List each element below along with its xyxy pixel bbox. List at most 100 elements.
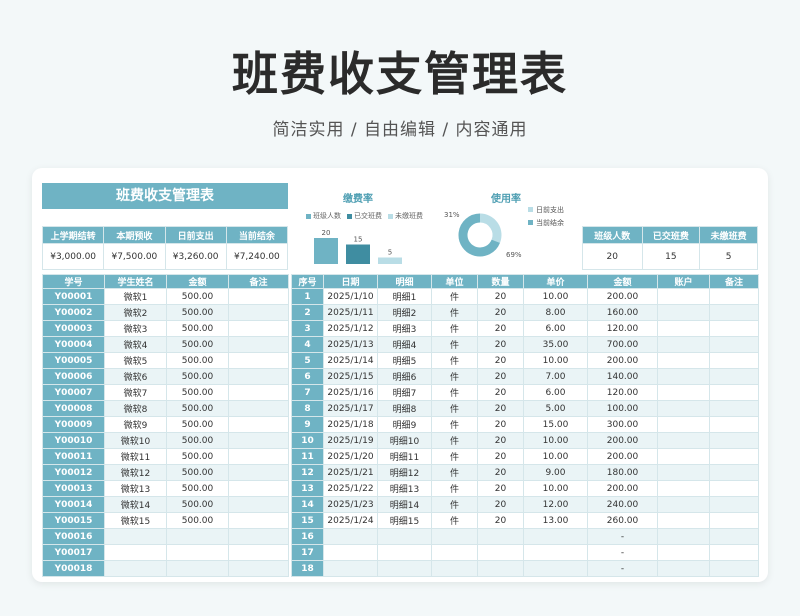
table-cell[interactable]: 件 (431, 384, 478, 401)
table-cell[interactable]: 20 (477, 400, 524, 417)
table-cell[interactable]: 20 (477, 304, 524, 321)
table-cell[interactable] (709, 352, 759, 369)
table-cell[interactable]: 180.00 (587, 464, 658, 481)
table-cell[interactable]: 20 (477, 496, 524, 513)
table-cell[interactable] (657, 336, 710, 353)
table-cell[interactable]: 微软10 (104, 432, 167, 449)
table-cell[interactable] (228, 400, 289, 417)
table-cell[interactable]: 2025/1/15 (323, 368, 378, 385)
table-cell[interactable]: 明细1 (377, 288, 432, 305)
table-cell[interactable]: 20 (477, 336, 524, 353)
table-cell[interactable]: 20 (477, 512, 524, 529)
row-id-cell[interactable]: Y00004 (42, 336, 105, 353)
row-id-cell[interactable]: 7 (291, 384, 324, 401)
table-cell[interactable] (228, 464, 289, 481)
table-cell[interactable]: 件 (431, 464, 478, 481)
table-cell[interactable] (377, 528, 432, 545)
table-cell[interactable]: 微软7 (104, 384, 167, 401)
table-cell[interactable] (477, 544, 524, 561)
table-cell[interactable] (709, 528, 759, 545)
table-cell[interactable] (477, 528, 524, 545)
table-cell[interactable] (709, 400, 759, 417)
table-cell[interactable]: 20 (477, 352, 524, 369)
row-id-cell[interactable]: Y00014 (42, 496, 105, 513)
row-id-cell[interactable]: 12 (291, 464, 324, 481)
table-cell[interactable]: 2025/1/21 (323, 464, 378, 481)
row-id-cell[interactable]: 18 (291, 560, 324, 577)
table-cell[interactable]: 微软5 (104, 352, 167, 369)
row-id-cell[interactable]: Y00009 (42, 416, 105, 433)
table-cell[interactable] (657, 304, 710, 321)
table-cell[interactable] (104, 560, 167, 577)
table-cell[interactable]: 明细11 (377, 448, 432, 465)
row-id-cell[interactable]: Y00012 (42, 464, 105, 481)
table-cell[interactable] (228, 288, 289, 305)
table-cell[interactable]: 35.00 (523, 336, 588, 353)
table-cell[interactable] (709, 512, 759, 529)
summary-value[interactable]: ¥3,000.00 (41, 243, 105, 270)
row-id-cell[interactable]: Y00001 (42, 288, 105, 305)
table-cell[interactable]: 500.00 (166, 288, 229, 305)
table-cell[interactable] (228, 496, 289, 513)
row-id-cell[interactable]: Y00016 (42, 528, 105, 545)
table-cell[interactable] (228, 528, 289, 545)
row-id-cell[interactable]: 3 (291, 320, 324, 337)
table-cell[interactable] (377, 560, 432, 577)
table-cell[interactable] (228, 416, 289, 433)
table-cell[interactable]: 2025/1/11 (323, 304, 378, 321)
table-cell[interactable] (228, 432, 289, 449)
table-cell[interactable]: 500.00 (166, 352, 229, 369)
row-id-cell[interactable]: Y00010 (42, 432, 105, 449)
table-cell[interactable]: 微软14 (104, 496, 167, 513)
table-cell[interactable] (657, 560, 710, 577)
row-id-cell[interactable]: Y00015 (42, 512, 105, 529)
table-cell[interactable]: 2025/1/24 (323, 512, 378, 529)
table-cell[interactable]: 20 (477, 384, 524, 401)
table-cell[interactable]: 件 (431, 480, 478, 497)
table-cell[interactable]: 10.00 (523, 432, 588, 449)
row-id-cell[interactable]: Y00017 (42, 544, 105, 561)
table-cell[interactable]: 260.00 (587, 512, 658, 529)
table-cell[interactable]: 15.00 (523, 416, 588, 433)
table-cell[interactable]: 明细15 (377, 512, 432, 529)
row-id-cell[interactable]: 4 (291, 336, 324, 353)
table-cell[interactable] (166, 544, 229, 561)
table-cell[interactable]: 明细9 (377, 416, 432, 433)
table-cell[interactable] (166, 528, 229, 545)
table-cell[interactable] (709, 336, 759, 353)
table-cell[interactable] (709, 480, 759, 497)
table-cell[interactable] (228, 304, 289, 321)
table-cell[interactable]: 件 (431, 512, 478, 529)
table-cell[interactable]: 微软11 (104, 448, 167, 465)
table-cell[interactable]: 微软13 (104, 480, 167, 497)
table-cell[interactable]: 6.00 (523, 320, 588, 337)
table-cell[interactable]: 20 (477, 416, 524, 433)
row-id-cell[interactable]: 6 (291, 368, 324, 385)
table-cell[interactable]: 200.00 (587, 480, 658, 497)
table-cell[interactable]: 微软12 (104, 464, 167, 481)
table-cell[interactable]: 2025/1/18 (323, 416, 378, 433)
table-cell[interactable]: - (587, 544, 658, 561)
table-cell[interactable] (523, 560, 588, 577)
table-cell[interactable]: 件 (431, 448, 478, 465)
row-id-cell[interactable]: 9 (291, 416, 324, 433)
table-cell[interactable]: 500.00 (166, 336, 229, 353)
table-cell[interactable] (709, 560, 759, 577)
table-cell[interactable]: 明细6 (377, 368, 432, 385)
row-id-cell[interactable]: Y00011 (42, 448, 105, 465)
row-id-cell[interactable]: 10 (291, 432, 324, 449)
row-id-cell[interactable]: 2 (291, 304, 324, 321)
row-id-cell[interactable]: 14 (291, 496, 324, 513)
row-id-cell[interactable]: Y00006 (42, 368, 105, 385)
table-cell[interactable] (709, 432, 759, 449)
table-cell[interactable] (657, 288, 710, 305)
row-id-cell[interactable]: Y00008 (42, 400, 105, 417)
table-cell[interactable] (228, 544, 289, 561)
table-cell[interactable]: 2025/1/12 (323, 320, 378, 337)
table-cell[interactable] (657, 320, 710, 337)
table-cell[interactable]: 160.00 (587, 304, 658, 321)
table-cell[interactable] (228, 384, 289, 401)
summary-value[interactable]: 5 (699, 243, 758, 270)
table-cell[interactable] (657, 496, 710, 513)
table-cell[interactable] (657, 384, 710, 401)
